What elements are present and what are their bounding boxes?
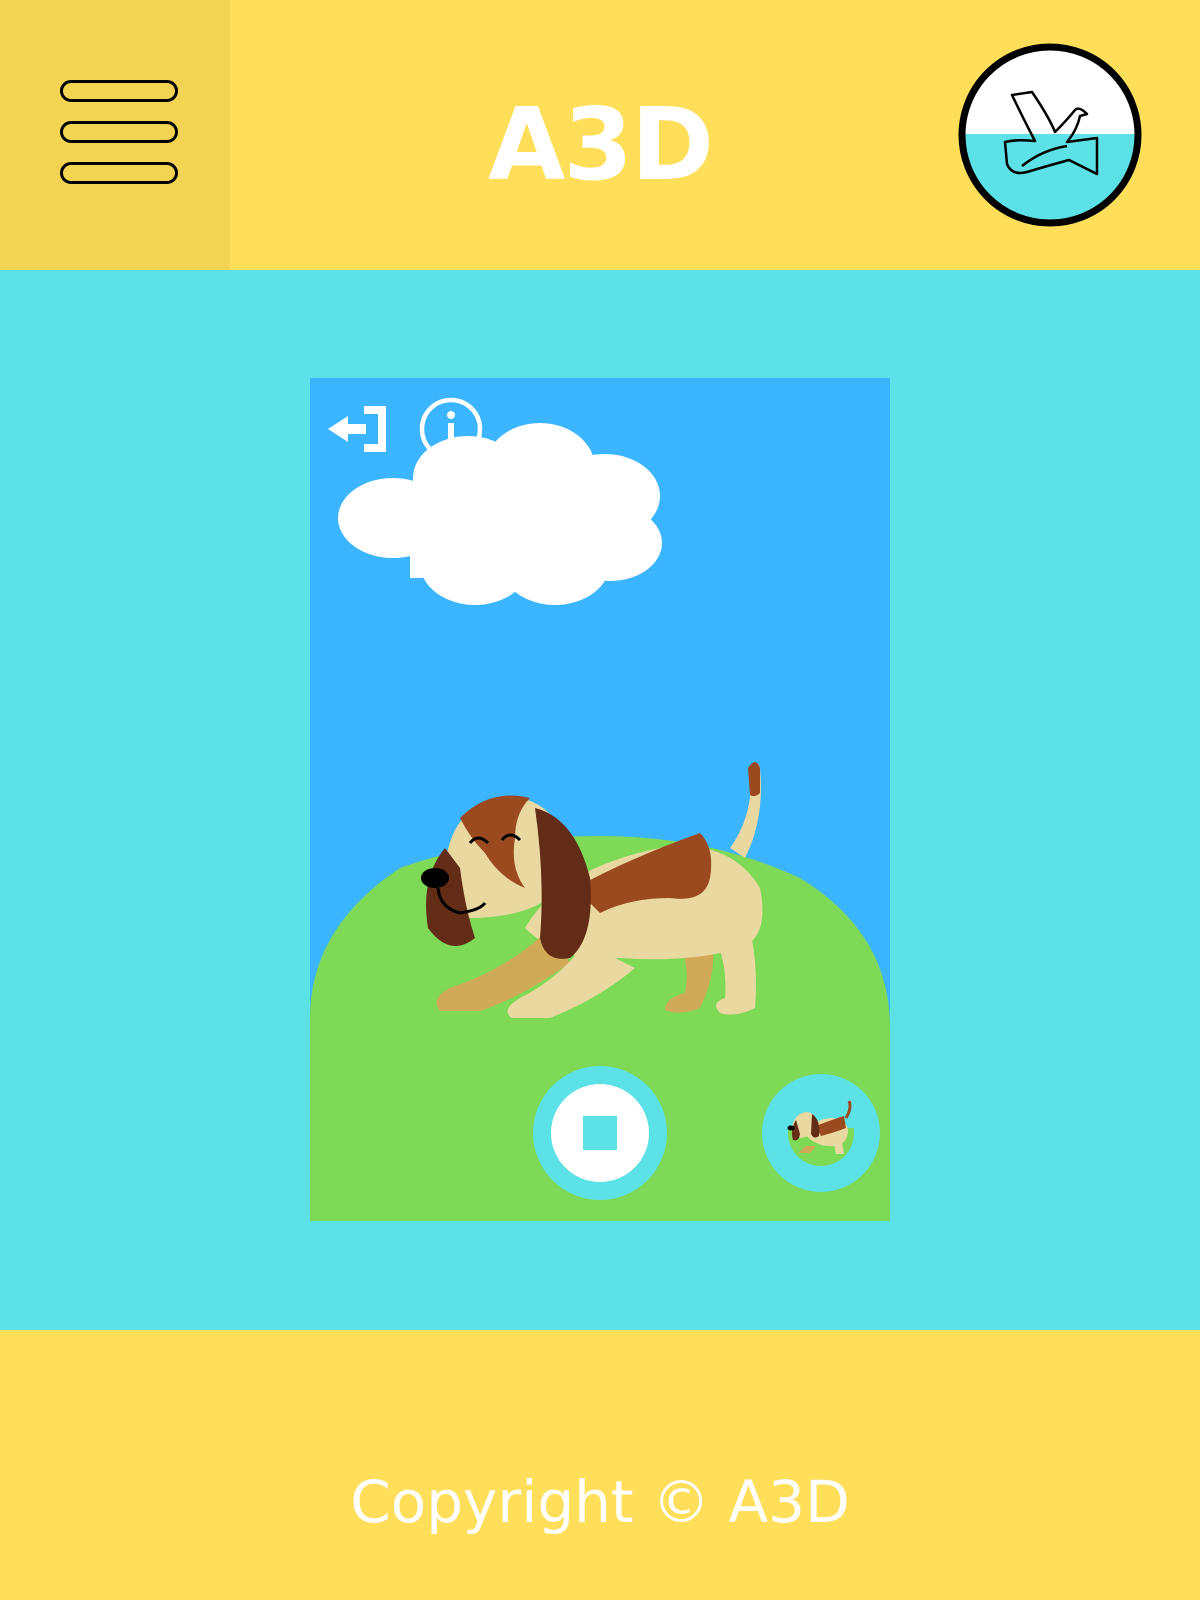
dog-illustration [421, 762, 763, 1018]
exit-icon[interactable] [326, 402, 390, 456]
header: A3D [0, 0, 1200, 270]
stop-button[interactable] [533, 1066, 667, 1200]
dog-thumbnail-button[interactable] [762, 1074, 880, 1192]
page-title: A3D [488, 86, 714, 203]
stop-icon [583, 1116, 617, 1150]
game-canvas[interactable] [310, 378, 890, 1221]
dove-logo-icon[interactable] [957, 42, 1143, 228]
menu-button[interactable] [0, 0, 230, 270]
info-icon[interactable] [418, 396, 484, 462]
copyright-text: Copyright © A3D [350, 1468, 850, 1536]
dog-thumbnail-icon [786, 1098, 856, 1166]
